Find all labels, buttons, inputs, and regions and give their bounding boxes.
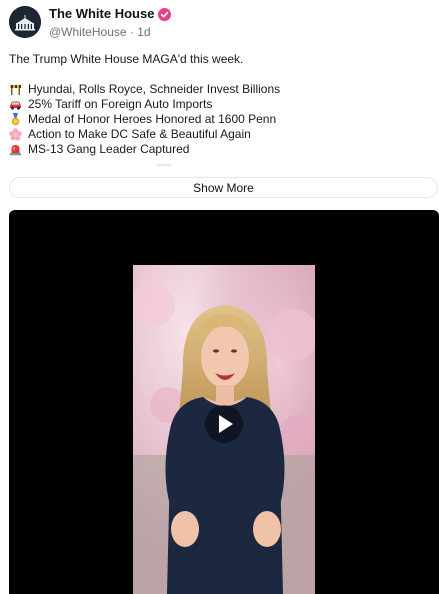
bullet-text: Action to Make DC Safe & Beautiful Again xyxy=(28,127,251,141)
post-bullet: MS-13 Gang Leader Captured xyxy=(9,142,429,157)
post-time[interactable]: 1d xyxy=(137,25,150,39)
bullet-text: Medal of Honor Heroes Honored at 1600 Pe… xyxy=(28,112,277,126)
post-card: The White House @WhiteHouse · 1d The Tru… xyxy=(0,0,439,594)
video-player[interactable] xyxy=(9,210,439,594)
post-bullet: Medal of Honor Heroes Honored at 1600 Pe… xyxy=(9,112,429,127)
post-intro: The Trump White House MAGA'd this week. xyxy=(9,52,244,66)
post-header: The White House @WhiteHouse · 1d xyxy=(9,6,172,40)
avatar[interactable] xyxy=(9,6,41,38)
play-button[interactable] xyxy=(205,405,243,443)
author-display-name[interactable]: The White House xyxy=(49,6,154,22)
separator: · xyxy=(129,25,134,39)
author-info: The White House @WhiteHouse · 1d xyxy=(49,6,172,40)
bullet-text: 25% Tariff on Foreign Auto Imports xyxy=(28,97,213,111)
white-house-logo-icon xyxy=(9,6,41,38)
medal-icon xyxy=(9,113,22,126)
bullet-text: Hyundai, Rolls Royce, Schneider Invest B… xyxy=(28,82,281,96)
car-icon xyxy=(9,98,22,111)
show-more-button[interactable]: Show More xyxy=(9,177,438,198)
post-bullet: 25% Tariff on Foreign Auto Imports xyxy=(9,97,429,112)
post-bullet: Hyundai, Rolls Royce, Schneider Invest B… xyxy=(9,82,429,97)
construction-icon xyxy=(9,83,22,96)
text-fade-divider xyxy=(157,164,171,166)
author-handle[interactable]: @WhiteHouse xyxy=(49,25,127,39)
author-handle-row: @WhiteHouse · 1d xyxy=(49,24,171,40)
author-name-row: The White House xyxy=(49,6,172,22)
play-icon xyxy=(219,415,233,433)
verified-badge-icon xyxy=(158,7,172,21)
post-body: The Trump White House MAGA'd this week. … xyxy=(9,52,429,157)
cherry-blossom-icon xyxy=(9,128,22,141)
post-bullet: Action to Make DC Safe & Beautiful Again xyxy=(9,127,429,142)
bullet-text: MS-13 Gang Leader Captured xyxy=(28,142,190,156)
siren-icon xyxy=(9,143,22,156)
